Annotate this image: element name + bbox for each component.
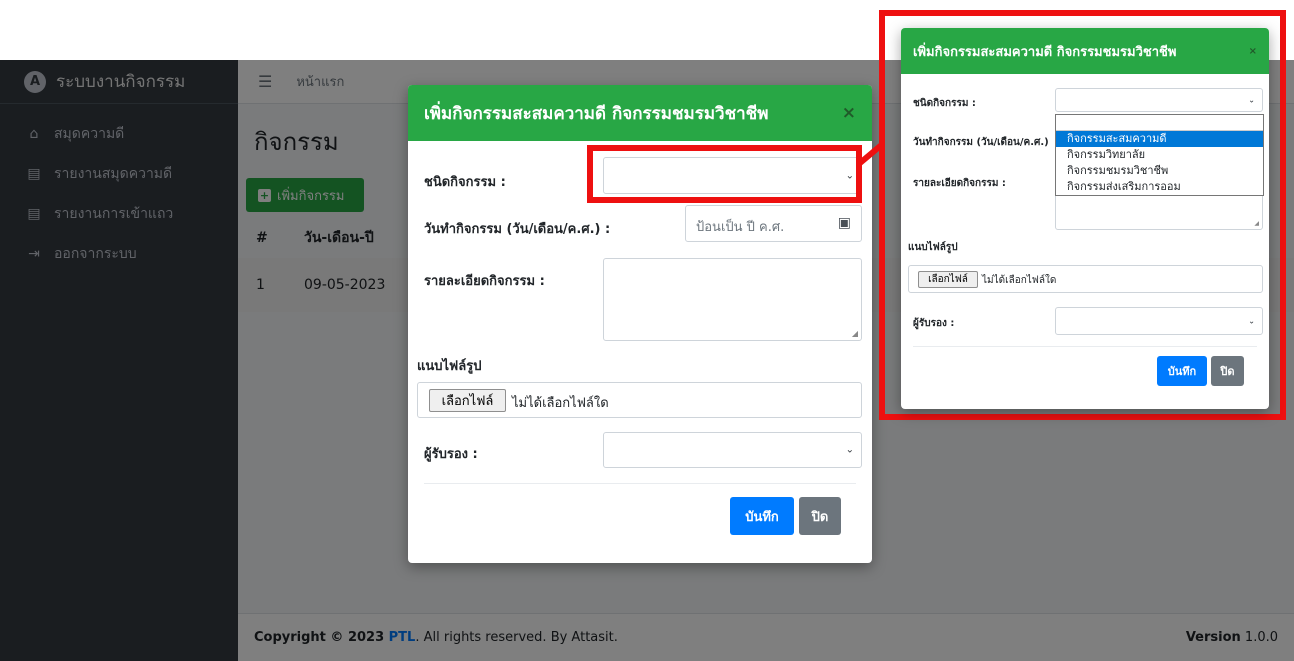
chevron-down-icon: ⌄ — [1248, 316, 1255, 326]
certifier-select[interactable]: ⌄ — [603, 432, 862, 468]
dropdown-blank-option[interactable] — [1056, 115, 1263, 131]
divider — [913, 346, 1257, 347]
dropdown-option[interactable]: กิจกรรมวิทยาลัย — [1056, 147, 1263, 163]
zoom-certifier-label: ผู้รับรอง : — [913, 318, 955, 329]
zoom-image-file-input[interactable]: เลือกไฟล์ ไม่ได้เลือกไฟล์ใด — [908, 265, 1263, 293]
resize-grip-icon[interactable]: ◢ — [1254, 220, 1259, 227]
close-icon[interactable]: × — [1249, 46, 1257, 57]
calendar-icon[interactable]: ▣ — [838, 215, 851, 231]
close-icon[interactable]: × — [842, 103, 856, 123]
zoom-activity-type-label: ชนิดกิจกรรม : — [913, 98, 976, 109]
activity-date-input[interactable]: ป้อนเป็น ปี ค.ศ. ▣ — [685, 205, 862, 242]
dropdown-option[interactable]: กิจกรรมสะสมความดี — [1056, 131, 1263, 147]
choose-file-button[interactable]: เลือกไฟล์ — [429, 389, 506, 412]
zoom-file-status-text: ไม่ได้เลือกไฟล์ใด — [982, 275, 1057, 286]
close-button[interactable]: ปิด — [799, 497, 841, 535]
zoom-activity-type-select[interactable]: ⌄ — [1055, 88, 1263, 112]
zoom-save-button[interactable]: บันทึก — [1157, 356, 1207, 386]
activity-date-label: วันทำกิจกรรม (วัน/เดือน/ค.ศ.) : — [424, 222, 611, 237]
activity-detail-textarea[interactable]: ◢ — [603, 258, 862, 341]
resize-grip-icon[interactable]: ◢ — [852, 329, 858, 338]
zoom-callout-modal: เพิ่มกิจกรรมสะสมความดี กิจกรรมชมรมวิชาชี… — [901, 28, 1269, 409]
zoom-certifier-select[interactable]: ⌄ — [1055, 307, 1263, 335]
zoom-activity-date-label: วันทำกิจกรรม (วัน/เดือน/ค.ศ.) — [913, 137, 1049, 148]
image-attachment-label: แนบไฟล์รูป — [417, 359, 482, 374]
zoom-activity-detail-label: รายละเอียดกิจกรรม : — [913, 178, 1006, 189]
activity-type-label: ชนิดกิจกรรม : — [424, 175, 506, 190]
chevron-down-icon: ⌄ — [845, 444, 854, 456]
highlight-box-type-select — [587, 145, 862, 203]
zoom-close-button[interactable]: ปิด — [1211, 356, 1244, 386]
image-file-input[interactable]: เลือกไฟล์ ไม่ได้เลือกไฟล์ใด — [417, 382, 862, 418]
dropdown-option[interactable]: กิจกรรมส่งเสริมการออม — [1056, 179, 1263, 195]
file-status-text: ไม่ได้เลือกไฟล์ใด — [512, 396, 609, 411]
divider — [424, 483, 856, 484]
save-button[interactable]: บันทึก — [730, 497, 794, 535]
modal-header: เพิ่มกิจกรรมสะสมความดี กิจกรรมชมรมวิชาชี… — [408, 85, 872, 141]
certifier-label: ผู้รับรอง : — [424, 447, 478, 462]
activity-type-dropdown-list: กิจกรรมสะสมความดี กิจกรรมวิทยาลัย กิจกรร… — [1055, 114, 1264, 196]
zoom-image-label: แนบไฟล์รูป — [908, 242, 958, 253]
zoom-modal-title: เพิ่มกิจกรรมสะสมความดี กิจกรรมชมรมวิชาชี… — [913, 44, 1177, 60]
chevron-down-icon: ⌄ — [1248, 95, 1255, 105]
dropdown-option[interactable]: กิจกรรมชมรมวิชาชีพ — [1056, 163, 1263, 179]
zoom-modal-header: เพิ่มกิจกรรมสะสมความดี กิจกรรมชมรมวิชาชี… — [901, 28, 1269, 74]
activity-detail-label: รายละเอียดกิจกรรม : — [424, 274, 545, 289]
zoom-choose-file-button[interactable]: เลือกไฟล์ — [918, 271, 978, 288]
modal-title: เพิ่มกิจกรรมสะสมความดี กิจกรรมชมรมวิชาชี… — [424, 103, 769, 124]
